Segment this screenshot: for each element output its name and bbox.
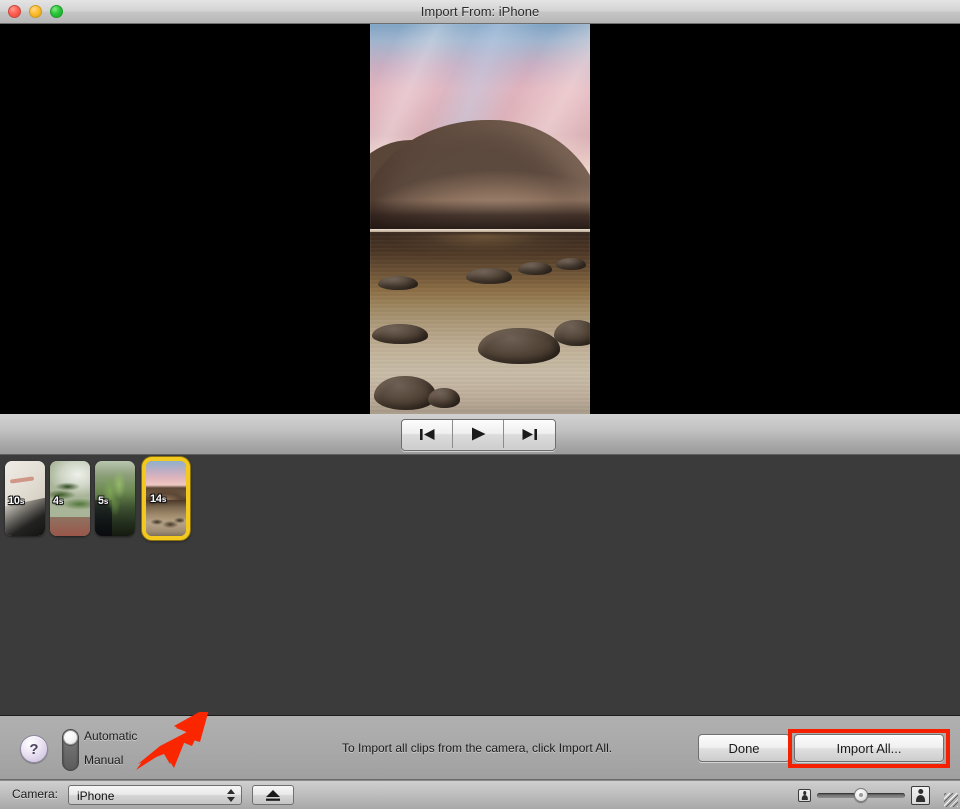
photo-rock <box>466 268 512 284</box>
skip-forward-icon <box>522 428 537 440</box>
slider-knob[interactable] <box>854 788 868 802</box>
photo-rock <box>554 320 590 346</box>
clip-list: 10s 4s 5s 14s <box>5 457 190 540</box>
clip-thumbnail[interactable]: 10s <box>5 461 45 536</box>
photo-rock <box>372 324 428 344</box>
eject-icon <box>266 789 280 801</box>
slider-track[interactable] <box>817 788 905 802</box>
resize-grip-icon[interactable] <box>944 793 958 807</box>
status-message: To Import all clips from the camera, cli… <box>342 741 613 755</box>
import-mode-switch[interactable] <box>62 729 79 771</box>
chevron-updown-icon <box>226 789 235 802</box>
photo-rock <box>478 328 560 364</box>
camera-select[interactable]: iPhone <box>68 785 242 805</box>
play-icon <box>471 427 485 441</box>
photo-rock <box>428 388 460 408</box>
photo-rock <box>378 276 418 290</box>
import-window: Import From: iPhone 10s 4s 5s 14s ? Auto… <box>0 0 960 809</box>
preview-area <box>0 24 960 414</box>
clip-thumbnail[interactable]: 5s <box>95 461 135 536</box>
person-small-icon <box>798 788 811 802</box>
clip-thumbnail[interactable]: 4s <box>50 461 90 536</box>
camera-select-value: iPhone <box>77 789 115 803</box>
playback-controls <box>401 419 556 451</box>
previous-button[interactable] <box>402 420 453 448</box>
skip-back-icon <box>419 428 434 440</box>
preview-photo <box>370 24 590 414</box>
done-button[interactable]: Done <box>698 734 790 762</box>
clip-thumbnail-selected[interactable]: 14s <box>142 457 190 540</box>
photo-rock <box>374 376 436 410</box>
window-title: Import From: iPhone <box>420 4 540 19</box>
photo-rock <box>518 262 552 275</box>
photo-rock <box>556 258 586 270</box>
window-titlebar: Import From: iPhone <box>0 0 960 24</box>
play-button[interactable] <box>453 420 504 448</box>
clip-duration-badge: 14s <box>150 493 167 505</box>
switch-knob[interactable] <box>63 730 78 745</box>
clip-duration-badge: 5s <box>98 495 109 507</box>
clip-browser[interactable]: 10s 4s 5s 14s <box>0 455 960 716</box>
help-button[interactable]: ? <box>20 735 48 763</box>
clip-duration-badge: 10s <box>8 495 25 507</box>
transport-bar <box>0 414 960 455</box>
thumbnail-size-slider[interactable] <box>798 785 930 805</box>
person-large-icon <box>911 785 930 805</box>
clip-duration-badge: 4s <box>53 495 64 507</box>
import-all-button[interactable]: Import All... <box>794 734 944 762</box>
camera-label: Camera: <box>12 787 59 801</box>
next-button[interactable] <box>504 420 555 448</box>
switch-label-manual[interactable]: Manual <box>84 753 123 767</box>
switch-label-automatic[interactable]: Automatic <box>84 729 137 743</box>
eject-button[interactable] <box>252 785 294 805</box>
